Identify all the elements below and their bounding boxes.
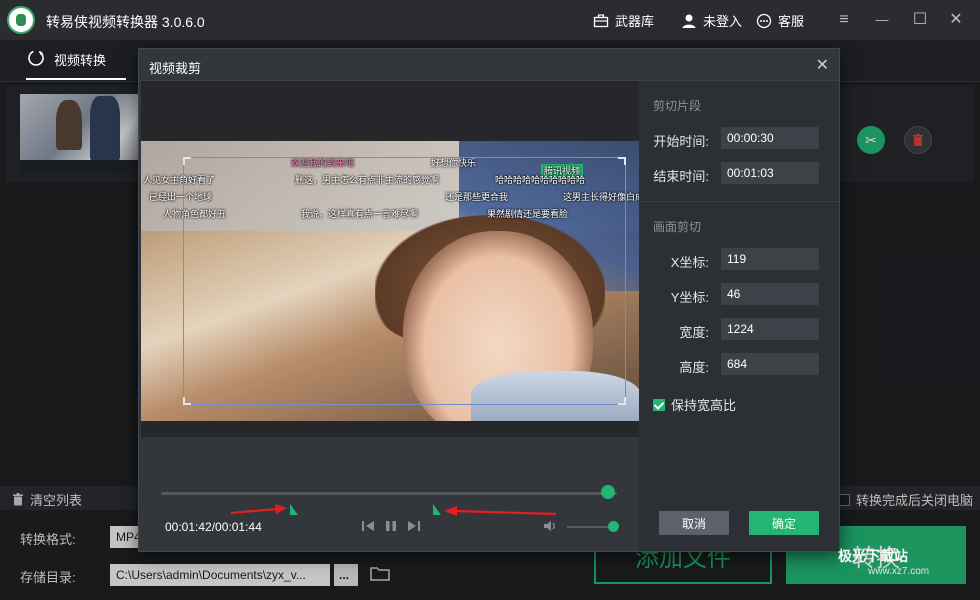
app-logo-icon [7, 6, 35, 34]
crop-settings-panel: 剪切片段 开始时间: 00:00:30 结束时间: 00:01:03 画面剪切 … [639, 81, 839, 551]
maximize-button[interactable]: ☐ [910, 10, 930, 30]
dialog-title: 视频裁剪 [149, 61, 202, 76]
arsenal-label: 武器库 [615, 14, 655, 29]
pause-icon [386, 521, 396, 531]
close-dialog-button[interactable]: ✕ [816, 55, 829, 75]
login-button[interactable]: 未登入 [681, 11, 742, 30]
volume-handle[interactable] [608, 521, 619, 532]
height-input[interactable]: 684 [721, 353, 819, 375]
start-time-input[interactable]: 00:00:30 [721, 127, 819, 149]
service-label: 客服 [778, 14, 805, 29]
y-coordinate-label: Y坐标: [670, 290, 709, 305]
next-icon [408, 521, 420, 531]
y-coordinate-input[interactable]: 46 [721, 283, 819, 305]
menu-icon[interactable]: ≡ [834, 10, 854, 30]
previous-frame-button[interactable] [361, 519, 375, 536]
next-frame-button[interactable] [407, 519, 421, 536]
height-label: 高度: [679, 360, 709, 375]
user-icon [681, 13, 697, 29]
confirm-button[interactable]: 确定 [749, 511, 819, 535]
volume-button[interactable] [543, 519, 557, 536]
video-frame: 欢迎我的到来吧 好想你快乐 腾讯视频 人见女主角好看了 删这，男主怎么有点非主流… [141, 141, 639, 421]
login-label: 未登入 [703, 14, 743, 29]
convert-cycle-icon [26, 48, 46, 71]
crop-handle-bottom-right[interactable] [618, 397, 626, 405]
speaker-icon [544, 521, 555, 531]
video-crop-dialog: 视频裁剪 ✕ 欢迎我的到来吧 好想你快乐 腾讯视频 人见女主角好看了 删这，男主… [138, 48, 840, 552]
app-title: 转易侠视频转换器 3.0.6.0 [46, 14, 205, 30]
x-coordinate-label: X坐标: [670, 255, 709, 270]
arsenal-button[interactable]: 武器库 [593, 11, 654, 30]
clip-section-title: 剪切片段 [653, 99, 702, 113]
toolbox-icon [593, 13, 609, 29]
cancel-button[interactable]: 取消 [659, 511, 729, 535]
tab-video-convert[interactable]: 视频转换 [26, 48, 106, 71]
crop-handle-top-right[interactable] [618, 157, 626, 165]
annotation-arrow-right [229, 504, 289, 521]
end-time-label: 结束时间: [653, 169, 709, 184]
width-input[interactable]: 1224 [721, 318, 819, 340]
crop-selection-box[interactable] [183, 157, 626, 405]
minimize-button[interactable]: — [872, 10, 892, 30]
keep-aspect-ratio-option[interactable]: 保持宽高比 [653, 395, 736, 414]
playback-time: 00:01:42/00:01:44 [165, 520, 262, 534]
video-preview-area: 欢迎我的到来吧 好想你快乐 腾讯视频 人见女主角好看了 删这，男主怎么有点非主流… [141, 81, 639, 437]
tab-active-indicator [26, 78, 126, 80]
keep-aspect-ratio-label: 保持宽高比 [671, 398, 737, 413]
crop-handle-bottom-left[interactable] [183, 397, 191, 405]
playback-position-handle[interactable] [600, 485, 615, 499]
keep-aspect-ratio-checkbox[interactable] [653, 398, 665, 411]
service-button[interactable]: 客服 [756, 11, 804, 30]
clip-end-marker[interactable] [433, 504, 441, 515]
end-time-input[interactable]: 00:01:03 [721, 162, 819, 184]
close-window-button[interactable]: ✕ [946, 10, 966, 30]
playback-timeline[interactable] [161, 492, 617, 495]
pause-button[interactable] [384, 519, 398, 536]
previous-icon [362, 521, 374, 531]
clip-start-marker[interactable] [290, 504, 298, 515]
site-watermark-url: www.xz7.com [868, 566, 930, 577]
dialog-header: 视频裁剪 ✕ [139, 49, 839, 81]
volume-slider[interactable] [567, 526, 613, 528]
crop-handle-top-left[interactable] [183, 157, 191, 165]
section-divider [639, 201, 839, 202]
site-watermark: 极光下载站 [838, 548, 908, 564]
x-coordinate-input[interactable]: 119 [721, 248, 819, 270]
title-bar: 转易侠视频转换器 3.0.6.0 武器库 未登入 客服 ≡ — ☐ ✕ [0, 0, 980, 40]
start-time-label: 开始时间: [653, 134, 709, 149]
tab-video-convert-label: 视频转换 [54, 53, 107, 68]
width-label: 宽度: [679, 325, 709, 340]
crop-section-title: 画面剪切 [653, 220, 702, 234]
chat-bubble-icon [756, 13, 772, 29]
